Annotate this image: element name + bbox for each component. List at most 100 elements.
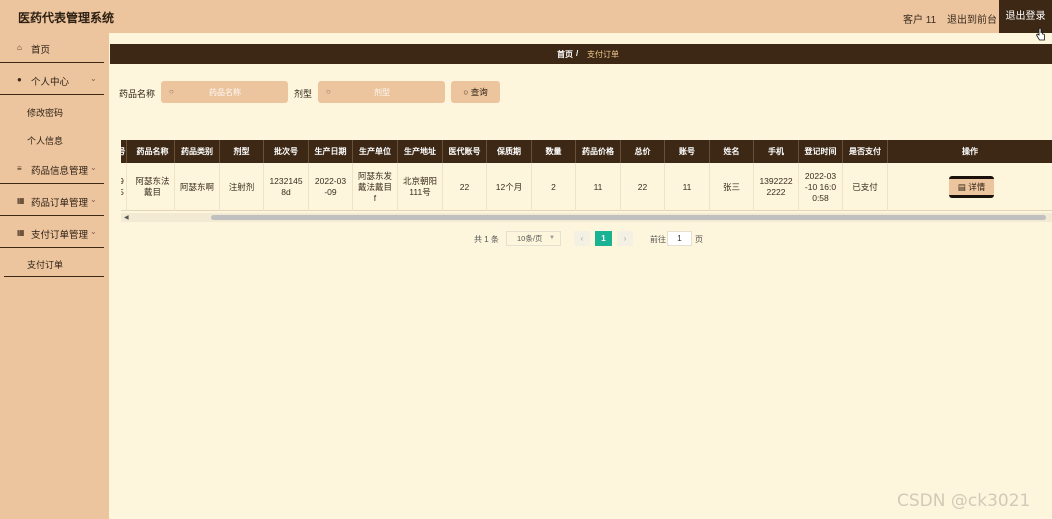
sidebar-item-payment-orders[interactable]: 支付订单 (27, 258, 63, 271)
query-button-label: 查询 (470, 87, 488, 97)
column-header: 医代账号 (443, 140, 487, 163)
sidebar: ⌂ 首页 ● 个人中心 ⌄ 修改密码 个人信息 ≡ 药品信息管理 ⌄ ▦ 药品订… (0, 33, 109, 519)
search-icon: ○ (169, 87, 174, 96)
drug-name-input[interactable]: ○ 药品名称 (161, 81, 288, 103)
drug-name-placeholder: 药品名称 (209, 88, 241, 97)
grid-icon: ▦ (17, 228, 25, 237)
breadcrumb-separator: / (576, 49, 579, 58)
table-cell: 2022-03 -10 16:0 0:58 (799, 163, 843, 211)
sidebar-item-payment-order-mgmt[interactable]: ▦ 支付订单管理 ⌄ (0, 218, 104, 248)
goto-label: 前往 (650, 235, 666, 244)
table-cell: 22 (621, 163, 665, 211)
page-number-button[interactable]: 1 (595, 231, 612, 246)
top-bar: 医药代表管理系统 客户 11 退出到前台 退出登录 (0, 0, 1052, 33)
table-row: 9 5 阿瑟东法 戴目 阿瑟东啊 注射剂 1232145 8d 2022-03 … (121, 163, 1052, 211)
breadcrumb-home[interactable]: 首页 (557, 49, 573, 60)
table-cell: 2 (532, 163, 576, 211)
dosage-input[interactable]: ○ 剂型 (318, 81, 445, 103)
scrollbar-thumb[interactable] (211, 215, 1046, 220)
page-size-value: 10条/页 (517, 234, 543, 243)
chevron-down-icon: ⌄ (90, 74, 97, 83)
chevron-right-icon: › (623, 234, 627, 243)
table-cell: 12个月 (487, 163, 532, 211)
table-cell: 阿瑟东法 戴目 (131, 163, 175, 211)
column-header: 号 (121, 140, 127, 163)
detail-button[interactable]: ▤ 详情 (949, 176, 994, 198)
table-cell: 1232145 8d (264, 163, 309, 211)
dosage-label: 剂型 (294, 89, 313, 99)
table-cell: 北京朝阳 111号 (398, 163, 443, 211)
table-cell: 阿瑟东啊 (175, 163, 220, 211)
sidebar-item-personal-info[interactable]: 个人信息 (27, 134, 63, 147)
query-button[interactable]: ○ 查询 (451, 81, 500, 103)
table-cell: 张三 (710, 163, 754, 211)
sidebar-item-label: 支付订单管理 (31, 230, 89, 241)
column-header: 生产日期 (309, 140, 353, 163)
chevron-down-icon: ⌄ (90, 195, 97, 204)
sidebar-item-home[interactable]: ⌂ 首页 (0, 33, 104, 63)
column-header: 生产地址 (398, 140, 443, 163)
current-user: 客户 11 (903, 15, 937, 26)
column-header: 姓名 (710, 140, 754, 163)
table-cell: 9 5 (121, 163, 127, 211)
sidebar-item-label: 药品信息管理 (31, 166, 89, 177)
column-header: 药品价格 (576, 140, 621, 163)
prev-page-button[interactable]: ‹ (574, 231, 590, 246)
chevron-left-icon: ‹ (580, 234, 584, 243)
column-header: 登记时间 (799, 140, 843, 163)
list-icon: ≡ (17, 164, 22, 173)
sidebar-item-change-password[interactable]: 修改密码 (27, 106, 63, 119)
column-header: 是否支付 (843, 140, 888, 163)
hand-cursor-icon (1036, 27, 1045, 41)
column-header: 数量 (532, 140, 576, 163)
column-header: 手机 (754, 140, 799, 163)
user-icon: ● (17, 75, 22, 84)
detail-button-label: 详情 (968, 182, 986, 192)
table-cell: 1392222 2222 (754, 163, 799, 211)
sidebar-item-label: 药品订单管理 (31, 198, 89, 209)
sidebar-item-label: 个人中心 (31, 77, 70, 88)
sidebar-item-drug-order-mgmt[interactable]: ▦ 药品订单管理 ⌄ (0, 186, 104, 216)
table-cell: 2022-03 -09 (309, 163, 353, 211)
watermark: CSDN @ck3021 (897, 491, 1031, 511)
horizontal-scrollbar[interactable]: ◀ (121, 213, 1052, 222)
dosage-placeholder: 剂型 (374, 88, 390, 97)
sidebar-item-personal-center[interactable]: ● 个人中心 ⌄ (0, 65, 104, 95)
drug-name-label: 药品名称 (119, 89, 156, 99)
table-cell: 22 (443, 163, 487, 211)
sidebar-item-label: 首页 (31, 45, 51, 56)
column-header: 生产单位 (353, 140, 398, 163)
column-header: 药品名称 (131, 140, 175, 163)
home-icon: ⌂ (17, 43, 22, 52)
back-to-front-link[interactable]: 退出到前台 (947, 11, 997, 26)
chevron-down-icon: ⌄ (90, 227, 97, 236)
next-page-button[interactable]: › (617, 231, 633, 246)
sidebar-divider (4, 276, 104, 277)
search-icon: ○ (326, 87, 331, 96)
pagination-total: 共 1 条 (474, 235, 499, 244)
page-suffix: 页 (695, 235, 703, 244)
column-header: 批次号 (264, 140, 309, 163)
chevron-down-icon: ▼ (549, 235, 555, 241)
column-header: 操作 (962, 147, 978, 156)
column-header: 剂型 (220, 140, 264, 163)
app-title: 医药代表管理系统 (18, 11, 115, 25)
grid-icon: ▦ (17, 196, 25, 205)
scroll-left-icon[interactable]: ◀ (124, 214, 129, 221)
document-icon: ▤ (957, 182, 969, 192)
column-header: 账号 (665, 140, 710, 163)
page-size-select[interactable]: 10条/页 ▼ (506, 231, 561, 246)
table-cell: 11 (665, 163, 710, 211)
column-header: 总价 (621, 140, 665, 163)
goto-page-input[interactable]: 1 (667, 231, 692, 246)
table-cell: 已支付 (843, 163, 888, 211)
table-header: 号 药品名称 药品类别 剂型 批次号 生产日期 生产单位 生产地址 医代账号 保… (121, 140, 1052, 163)
sidebar-item-drug-info-mgmt[interactable]: ≡ 药品信息管理 ⌄ (0, 154, 104, 184)
breadcrumb-current: 支付订单 (587, 50, 619, 59)
table-cell: 11 (576, 163, 621, 211)
table-cell: 注射剂 (220, 163, 264, 211)
column-header: 药品类别 (175, 140, 220, 163)
chevron-down-icon: ⌄ (90, 163, 97, 172)
orders-table: 号 药品名称 药品类别 剂型 批次号 生产日期 生产单位 生产地址 医代账号 保… (121, 140, 1052, 212)
table-cell: 阿瑟东发 戴法戴目 f (353, 163, 398, 211)
